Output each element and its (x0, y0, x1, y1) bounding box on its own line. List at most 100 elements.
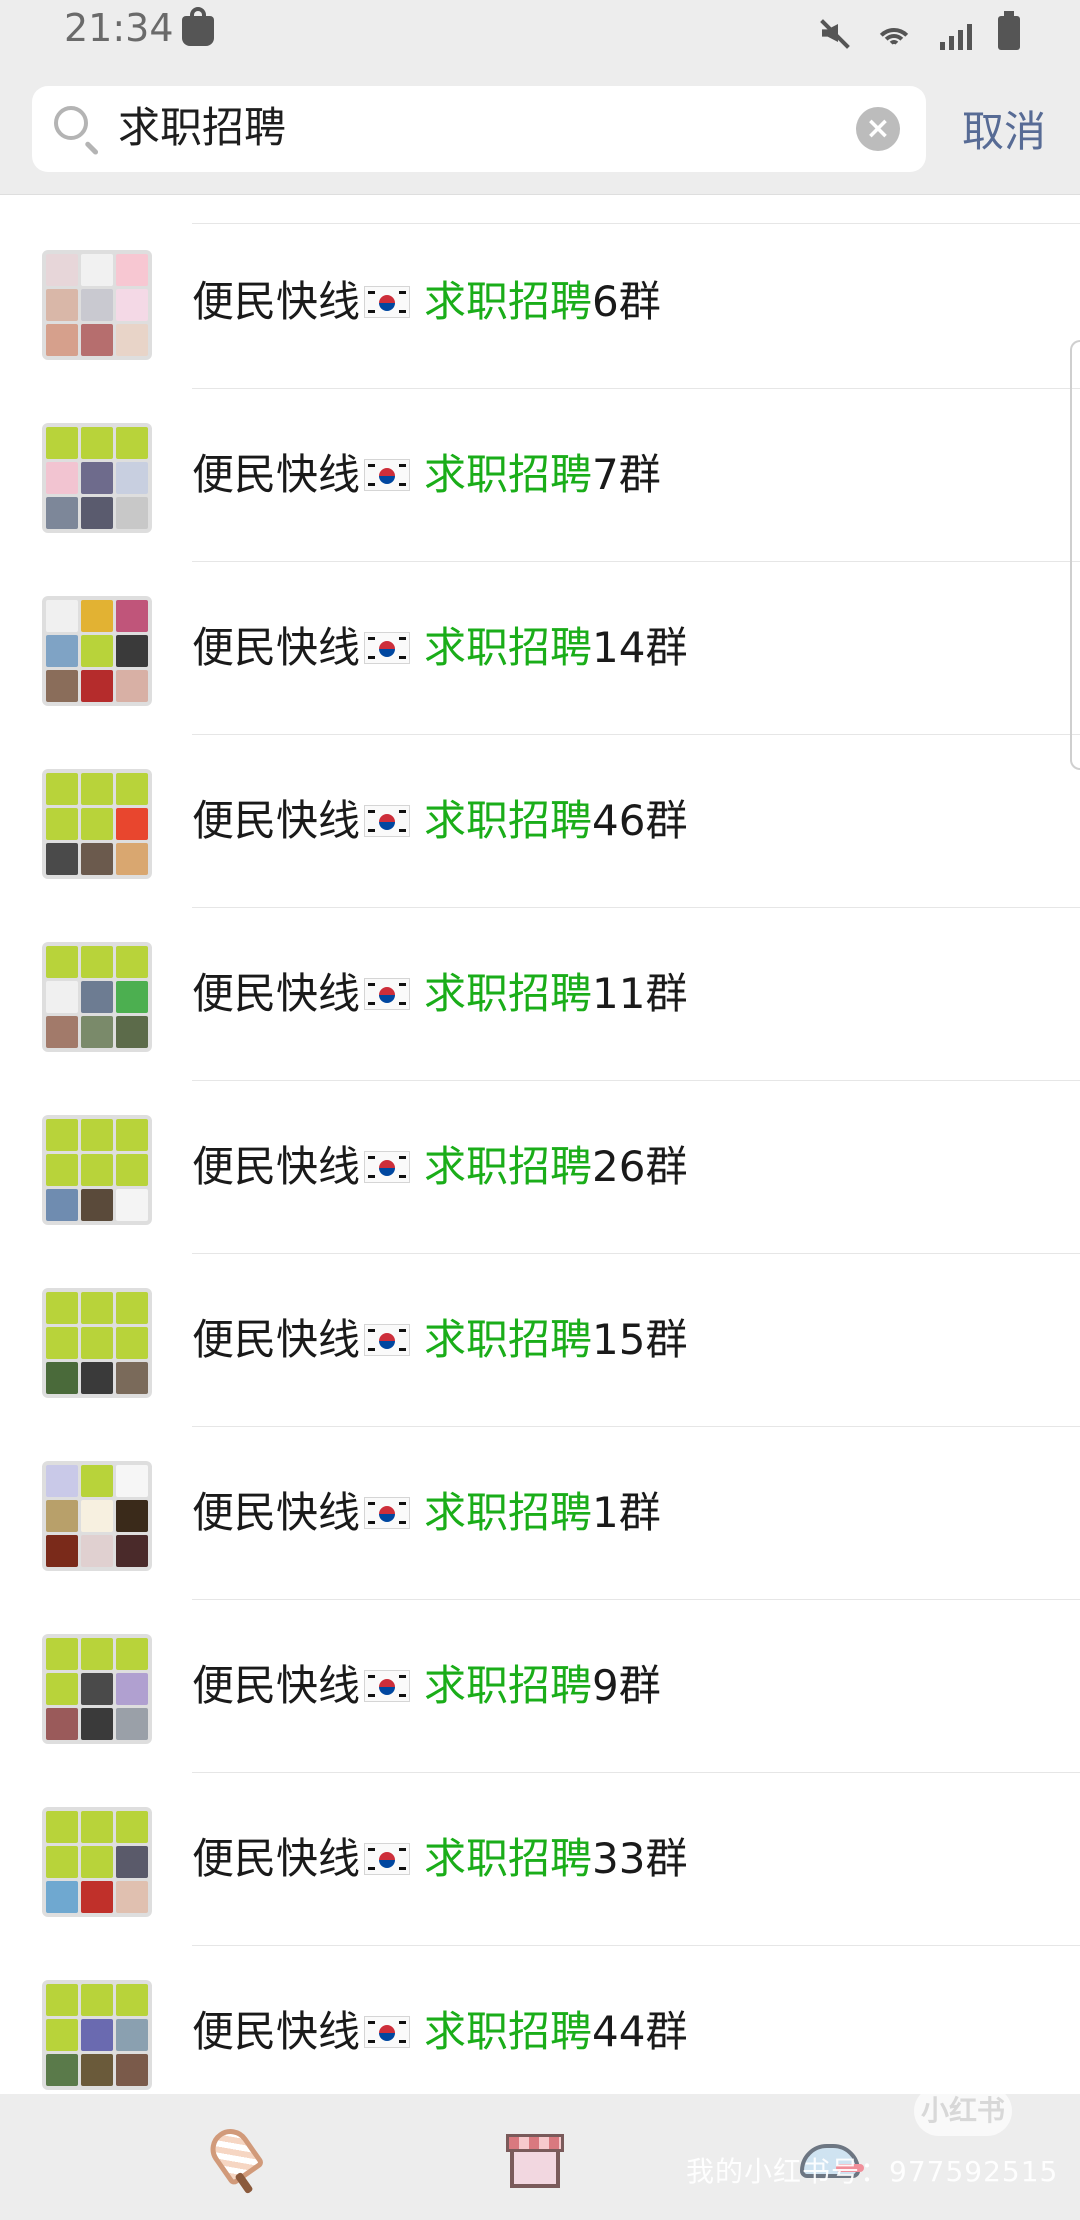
group-name-suffix: 1群 (592, 1488, 661, 1537)
avatar-tile (46, 1708, 78, 1740)
list-item[interactable]: 便民快线 求职招聘11群 (0, 908, 1080, 1081)
list-item[interactable]: 便民快线 求职招聘6群 (0, 216, 1080, 389)
group-name: 便民快线 求职招聘9群 (192, 1654, 661, 1718)
group-name: 便民快线 求职招聘26群 (192, 1135, 687, 1199)
avatar-tile (81, 289, 113, 321)
avatar-tile (81, 1500, 113, 1532)
group-name: 便民快线 求职招聘11群 (192, 962, 687, 1026)
avatar-tile (46, 1327, 78, 1359)
list-item[interactable]: 便民快线 求职招聘7群 (0, 389, 1080, 562)
group-avatar (42, 1980, 152, 2090)
clear-search-button[interactable]: × (856, 107, 900, 151)
group-name-prefix: 便民快线 (192, 969, 361, 1018)
avatar-tile (81, 1292, 113, 1324)
group-name-prefix: 便民快线 (192, 796, 361, 845)
avatar-tile (81, 670, 113, 702)
avatar-tile (116, 1362, 148, 1394)
group-name-suffix: 7群 (592, 450, 661, 499)
mute-icon (818, 16, 848, 50)
search-highlight: 求职招聘 (424, 1834, 593, 1883)
list-item[interactable]: 便民快线 求职招聘1群 (0, 1427, 1080, 1600)
group-name-prefix: 便民快线 (192, 1315, 361, 1364)
avatar-tile (116, 808, 148, 840)
list-item[interactable]: 便民快线 求职招聘46群 (0, 735, 1080, 908)
avatar-tile (46, 1465, 78, 1497)
avatar-tile (46, 1535, 78, 1567)
watermark-badge: 小红书 (914, 2086, 1012, 2136)
shop-icon[interactable] (500, 2124, 570, 2194)
avatar-tile (81, 1673, 113, 1705)
group-avatar (42, 1634, 152, 1744)
avatar-tile (81, 462, 113, 494)
search-highlight: 求职招聘 (424, 1315, 593, 1364)
list-item[interactable]: 便民快线 求职招聘15群 (0, 1254, 1080, 1427)
avatar-tile (46, 1638, 78, 1670)
avatar-tile (46, 1811, 78, 1843)
group-name-prefix: 便民快线 (192, 450, 361, 499)
avatar-tile (46, 635, 78, 667)
avatar-tile (116, 1881, 148, 1913)
group-name-prefix: 便民快线 (192, 277, 361, 326)
group-name-suffix: 26群 (592, 1142, 688, 1191)
avatar-tile (81, 1881, 113, 1913)
avatar-tile (116, 1638, 148, 1670)
avatar-tile (81, 324, 113, 356)
close-icon: × (865, 111, 891, 146)
group-name-suffix: 15群 (592, 1315, 688, 1364)
avatar-tile (116, 2054, 148, 2086)
group-name: 便民快线 求职招聘7群 (192, 443, 661, 507)
avatar-tile (81, 843, 113, 875)
avatar-tile (116, 1154, 148, 1186)
avatar-tile (46, 1846, 78, 1878)
avatar-tile (116, 1292, 148, 1324)
group-name-suffix: 6群 (592, 277, 661, 326)
group-avatar (42, 250, 152, 360)
group-name-suffix: 44群 (592, 2007, 688, 2056)
search-highlight: 求职招聘 (424, 1661, 593, 1710)
list-item[interactable]: 便民快线 求职招聘26群 (0, 1081, 1080, 1254)
avatar-tile (46, 427, 78, 459)
search-query[interactable]: 求职招聘 (118, 100, 286, 156)
group-name-prefix: 便民快线 (192, 2007, 361, 2056)
avatar-tile (116, 946, 148, 978)
avatar-tile (81, 1362, 113, 1394)
group-name-prefix: 便民快线 (192, 1661, 361, 1710)
avatar-tile (46, 254, 78, 286)
group-name-suffix: 46群 (592, 796, 688, 845)
status-icons (818, 10, 1020, 50)
south-korea-flag-icon (364, 2016, 411, 2048)
search-input[interactable]: 求职招聘 × (32, 86, 926, 172)
list-item[interactable]: 便民快线 求职招聘14群 (0, 562, 1080, 735)
avatar-tile (116, 600, 148, 632)
group-name: 便民快线 求职招聘33群 (192, 1827, 687, 1891)
list-item[interactable]: 便民快线 求职招聘9群 (0, 1600, 1080, 1773)
wifi-icon (874, 16, 914, 50)
south-korea-flag-icon (364, 1843, 411, 1875)
avatar-tile (81, 427, 113, 459)
avatar-tile (81, 773, 113, 805)
avatar-tile (116, 1811, 148, 1843)
avatar-tile (81, 1189, 113, 1221)
group-name: 便民快线 求职招聘14群 (192, 616, 687, 680)
avatar-tile (46, 1154, 78, 1186)
south-korea-flag-icon (364, 1151, 411, 1183)
avatar-tile (116, 324, 148, 356)
avatar-tile (81, 1708, 113, 1740)
avatar-tile (46, 843, 78, 875)
avatar-tile (81, 600, 113, 632)
avatar-tile (81, 808, 113, 840)
group-name: 便民快线 求职招聘15群 (192, 1308, 687, 1372)
scrollbar[interactable] (1070, 340, 1080, 770)
cancel-button[interactable]: 取消 (962, 106, 1046, 158)
avatar-tile (46, 1119, 78, 1151)
avatar-tile (46, 1189, 78, 1221)
list-item[interactable]: 便民快线 求职招聘33群 (0, 1773, 1080, 1946)
avatar-tile (46, 1984, 78, 2016)
avatar-tile (46, 1292, 78, 1324)
search-highlight: 求职招聘 (424, 623, 593, 672)
ice-cream-icon[interactable] (200, 2124, 270, 2194)
south-korea-flag-icon (364, 978, 411, 1010)
avatar-tile (81, 1154, 113, 1186)
signal-icon (940, 18, 972, 50)
battery-icon (998, 11, 1020, 50)
